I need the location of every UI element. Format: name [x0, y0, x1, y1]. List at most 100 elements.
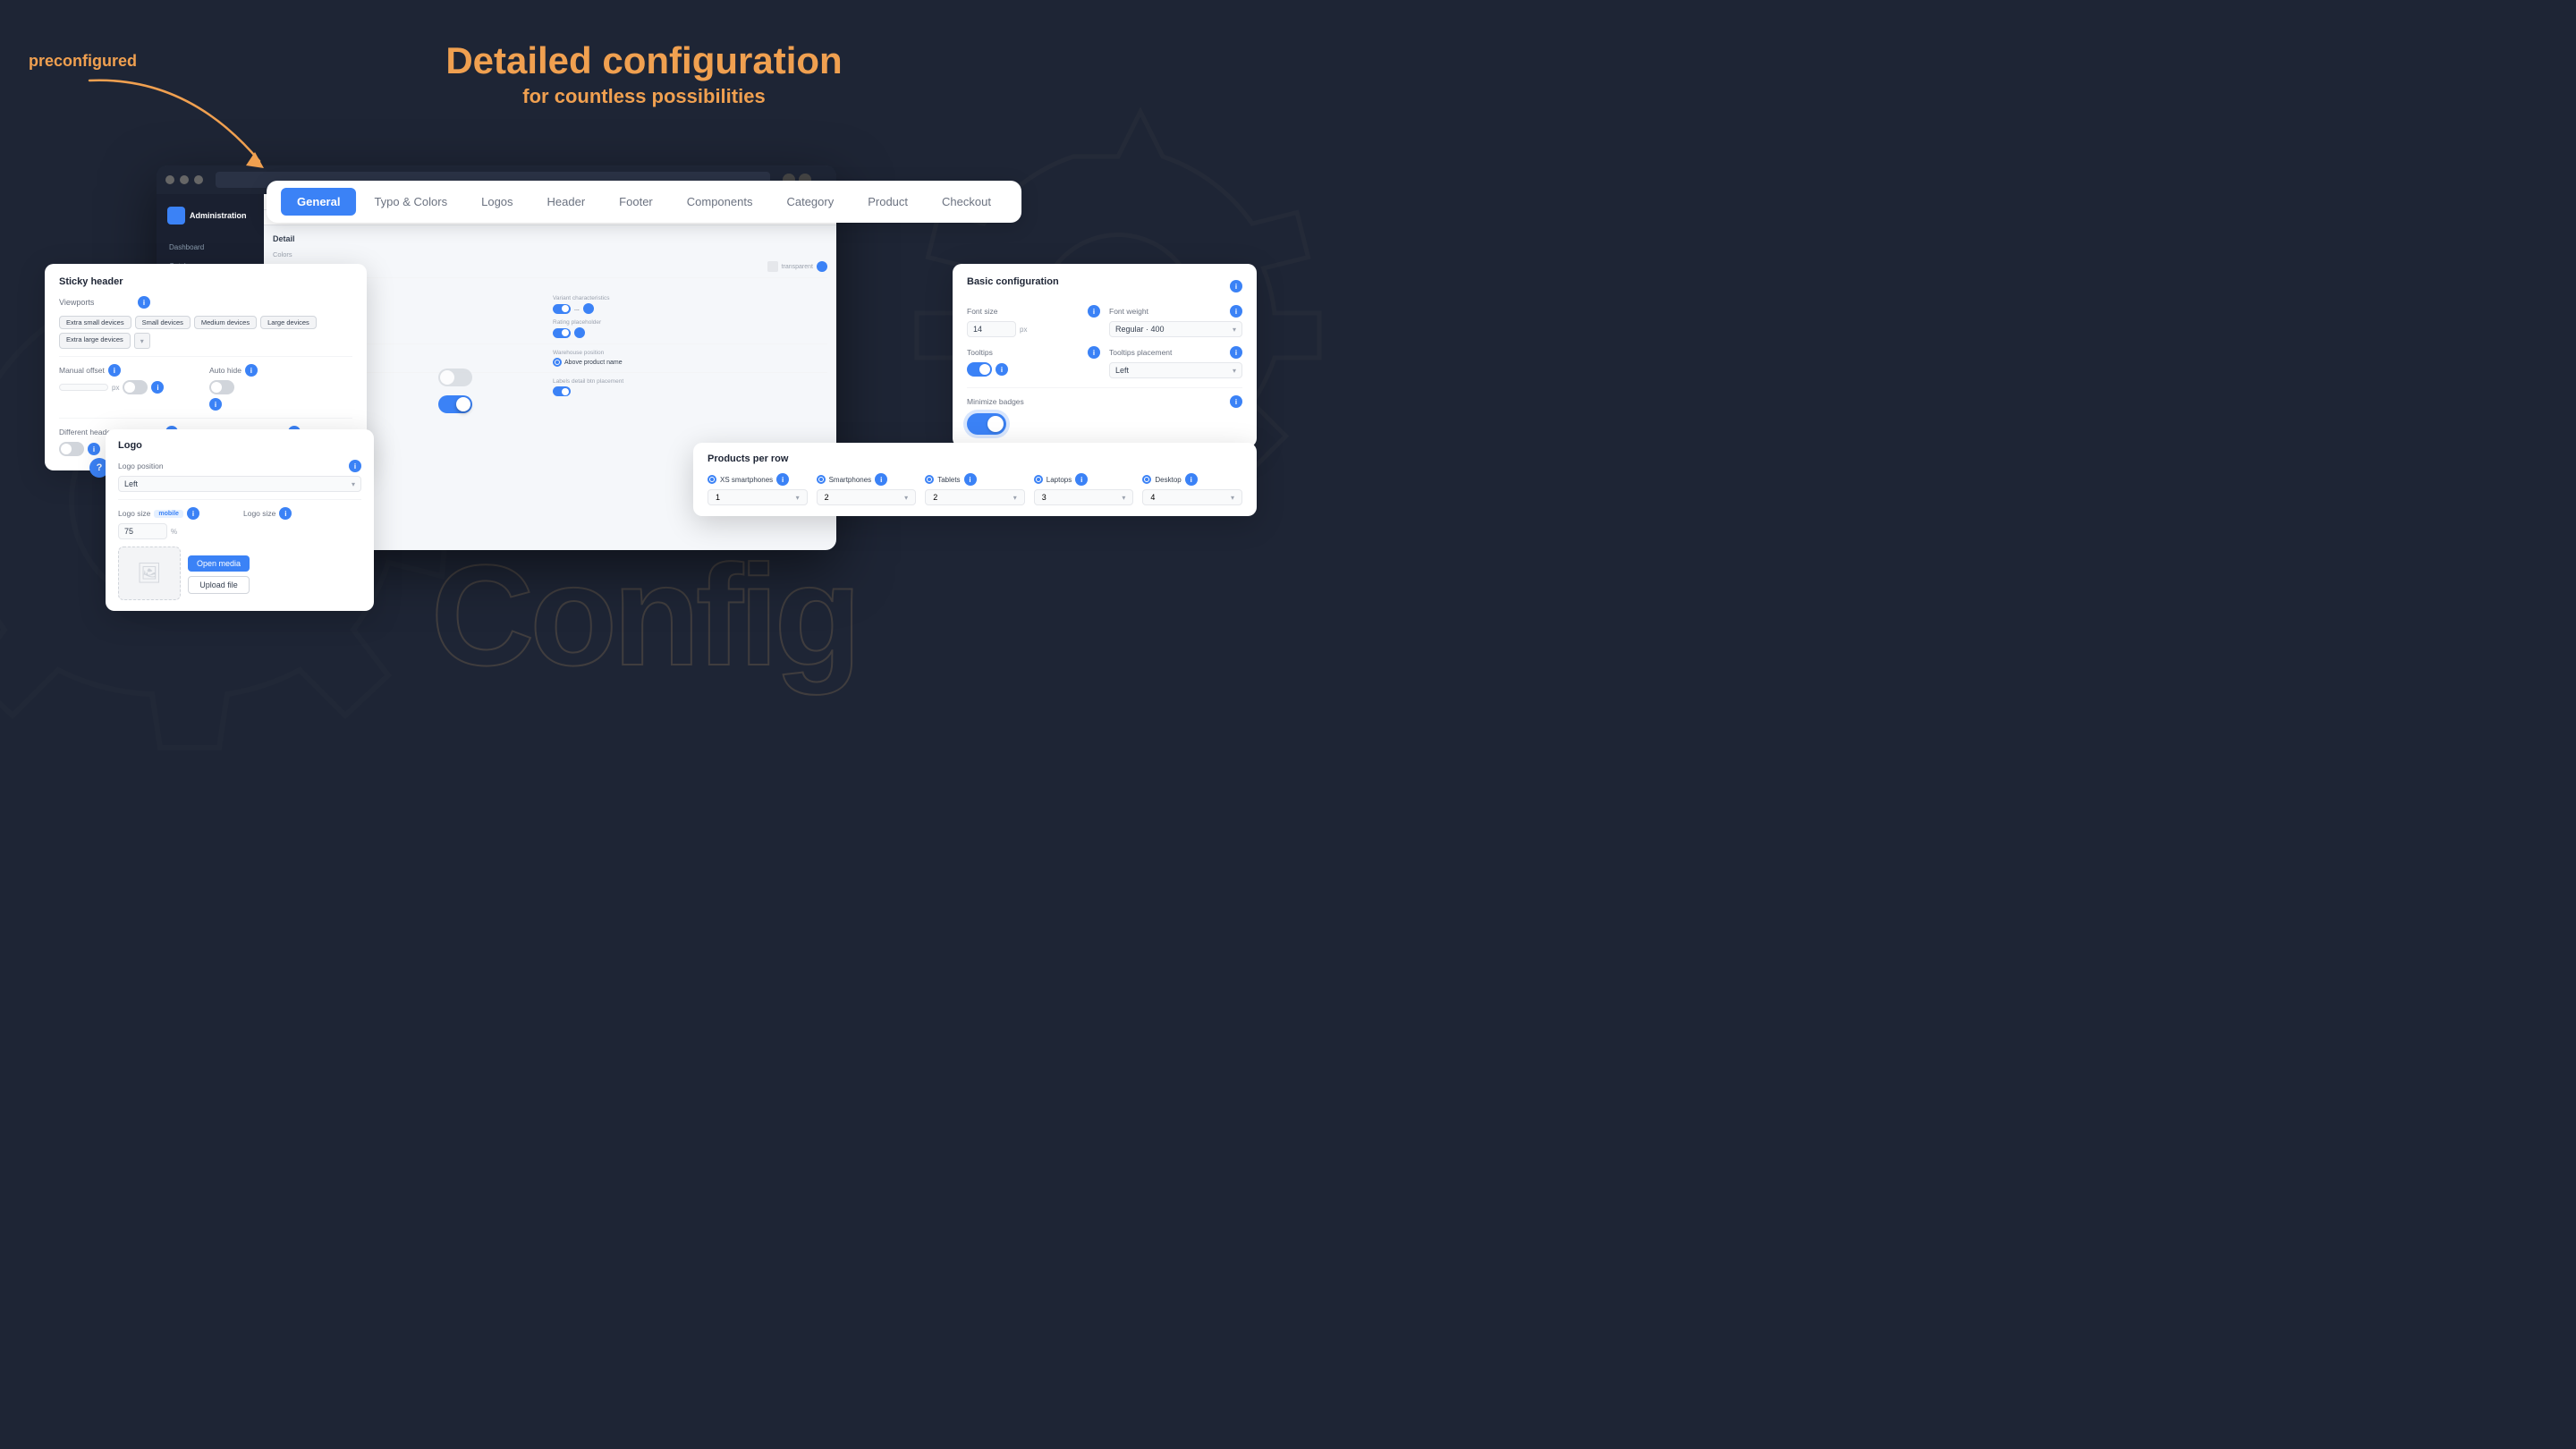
tab-general[interactable]: General	[281, 188, 356, 216]
mb-info[interactable]: i	[1230, 395, 1242, 408]
viewport-tag-md[interactable]: Medium devices	[194, 316, 257, 329]
tab-typo-colors[interactable]: Typo & Colors	[358, 188, 463, 216]
toggle-overlay-on[interactable]	[438, 395, 472, 413]
logo-size-input[interactable]: 75	[118, 523, 167, 539]
toggle-overlay-off[interactable]	[438, 369, 472, 386]
radio-warehouse[interactable]	[553, 358, 562, 367]
variant-toggle[interactable]	[553, 304, 571, 314]
viewports-info-icon[interactable]: i	[138, 296, 150, 309]
tab-category[interactable]: Category	[770, 188, 850, 216]
divider	[59, 356, 352, 357]
mo-toggle-info[interactable]: i	[151, 381, 164, 394]
fs-info[interactable]: i	[1088, 305, 1100, 318]
rph-toggle[interactable]	[553, 328, 571, 338]
ls-info[interactable]: i	[187, 507, 199, 520]
viewport-tag-xl[interactable]: Extra large devices	[59, 333, 131, 349]
sm-value: 2	[825, 493, 829, 502]
viewport-tag-sm[interactable]: Small devices	[135, 316, 191, 329]
tooltips-toggle[interactable]	[967, 362, 992, 377]
viewport-tag-lg[interactable]: Large devices	[260, 316, 317, 329]
lap-info[interactable]: i	[1075, 473, 1088, 486]
xs-value: 1	[716, 493, 720, 502]
toggle-overlay2-container	[438, 395, 472, 413]
upload-file-button[interactable]: Upload file	[188, 576, 250, 594]
variant-value: ...	[574, 306, 580, 312]
sm-label: Smartphones i	[817, 473, 917, 486]
font-weight-select[interactable]: Regular · 400 ▾	[1109, 321, 1242, 337]
tt-info[interactable]: i	[1088, 346, 1100, 359]
font-unit: px	[1020, 326, 1027, 334]
xs-select[interactable]: 1 ▾	[708, 489, 808, 505]
lap-label: Laptops i	[1034, 473, 1134, 486]
sm-select[interactable]: 2 ▾	[817, 489, 917, 505]
bg-color-info	[817, 261, 827, 272]
fw-info[interactable]: i	[1230, 305, 1242, 318]
manual-offset-label: Manual offset	[59, 366, 105, 375]
ratings-placeholder-label: Rating placeholder	[553, 319, 827, 326]
xs-radio[interactable]	[708, 475, 716, 484]
sidebar-item-dashboard[interactable]: Dashboard	[164, 239, 257, 256]
tab-radio[interactable]	[925, 475, 934, 484]
mobile-badge: mobile	[154, 510, 183, 518]
logo-size-mobile-group: Logo size mobile i 75 %	[118, 507, 236, 539]
tooltips-placement-select[interactable]: Left ▾	[1109, 362, 1242, 378]
dh-info2[interactable]: i	[88, 443, 100, 455]
tab-select[interactable]: 2 ▾	[925, 489, 1025, 505]
lap-radio[interactable]	[1034, 475, 1043, 484]
lap-value: 3	[1042, 493, 1046, 502]
lap-select[interactable]: 3 ▾	[1034, 489, 1134, 505]
sm-info[interactable]: i	[875, 473, 887, 486]
viewports-row: Viewports i	[59, 296, 352, 309]
basic-config-panel: Basic configuration i Font size i 14 px …	[953, 264, 1257, 447]
viewport-tag-xs[interactable]: Extra small devices	[59, 316, 131, 329]
sm-radio[interactable]	[817, 475, 826, 484]
tab-info[interactable]: i	[964, 473, 977, 486]
logo-position-select[interactable]: Left ▾	[118, 476, 361, 492]
desk-label: Desktop i	[1142, 473, 1242, 486]
labels-toggle[interactable]	[553, 386, 571, 396]
desk-select[interactable]: 4 ▾	[1142, 489, 1242, 505]
ah-info[interactable]: i	[209, 398, 222, 411]
tab-checkout[interactable]: Checkout	[926, 188, 1007, 216]
colors-label: Colors	[273, 250, 827, 258]
manual-offset-input[interactable]	[59, 384, 108, 391]
auto-hide-toggle[interactable]	[209, 380, 234, 394]
preconfigured-label: preconfigured	[29, 52, 137, 71]
viewport-dropdown[interactable]: ▾	[134, 333, 150, 349]
diff-height-toggle[interactable]	[59, 442, 84, 456]
desk-value: 4	[1150, 493, 1155, 502]
bc-divider	[967, 387, 1242, 388]
manual-offset-info[interactable]: i	[108, 364, 121, 377]
font-size-group: Font size i 14 px	[967, 305, 1100, 337]
above-product-name: Above product name	[564, 360, 623, 366]
font-weight-value: Regular · 400	[1115, 325, 1165, 334]
chevron-down-icon: ▾	[1233, 326, 1236, 334]
products-panel-title: Products per row	[708, 453, 1242, 464]
tab-logos[interactable]: Logos	[465, 188, 529, 216]
arrow-decoration	[80, 72, 277, 179]
logo-size-group: Logo size i	[243, 507, 361, 539]
minimize-badges-toggle[interactable]	[967, 413, 1006, 435]
xs-info[interactable]: i	[776, 473, 789, 486]
font-size-input[interactable]: 14	[967, 321, 1016, 337]
viewports-label: Viewports	[59, 298, 131, 307]
ls2-info[interactable]: i	[279, 507, 292, 520]
desk-radio[interactable]	[1142, 475, 1151, 484]
open-media-button[interactable]: Open media	[188, 555, 250, 572]
desk-info[interactable]: i	[1185, 473, 1198, 486]
tt-info2[interactable]: i	[996, 363, 1008, 376]
auto-hide-group: Auto hide i i	[209, 364, 352, 411]
logo-pos-info[interactable]: i	[349, 460, 361, 472]
prod-cell-laptops: Laptops i 3 ▾	[1034, 473, 1134, 505]
tab-header[interactable]: Header	[531, 188, 602, 216]
color-picker[interactable]	[767, 261, 778, 272]
tp-info[interactable]: i	[1230, 346, 1242, 359]
bc-info[interactable]: i	[1230, 280, 1242, 292]
image-icon: 🖼	[137, 562, 162, 585]
tab-components[interactable]: Components	[671, 188, 769, 216]
auto-hide-info[interactable]: i	[245, 364, 258, 377]
manual-offset-toggle[interactable]	[123, 380, 148, 394]
tab-product[interactable]: Product	[852, 188, 924, 216]
tooltips-label: Tooltips	[967, 348, 993, 357]
tab-footer[interactable]: Footer	[603, 188, 669, 216]
